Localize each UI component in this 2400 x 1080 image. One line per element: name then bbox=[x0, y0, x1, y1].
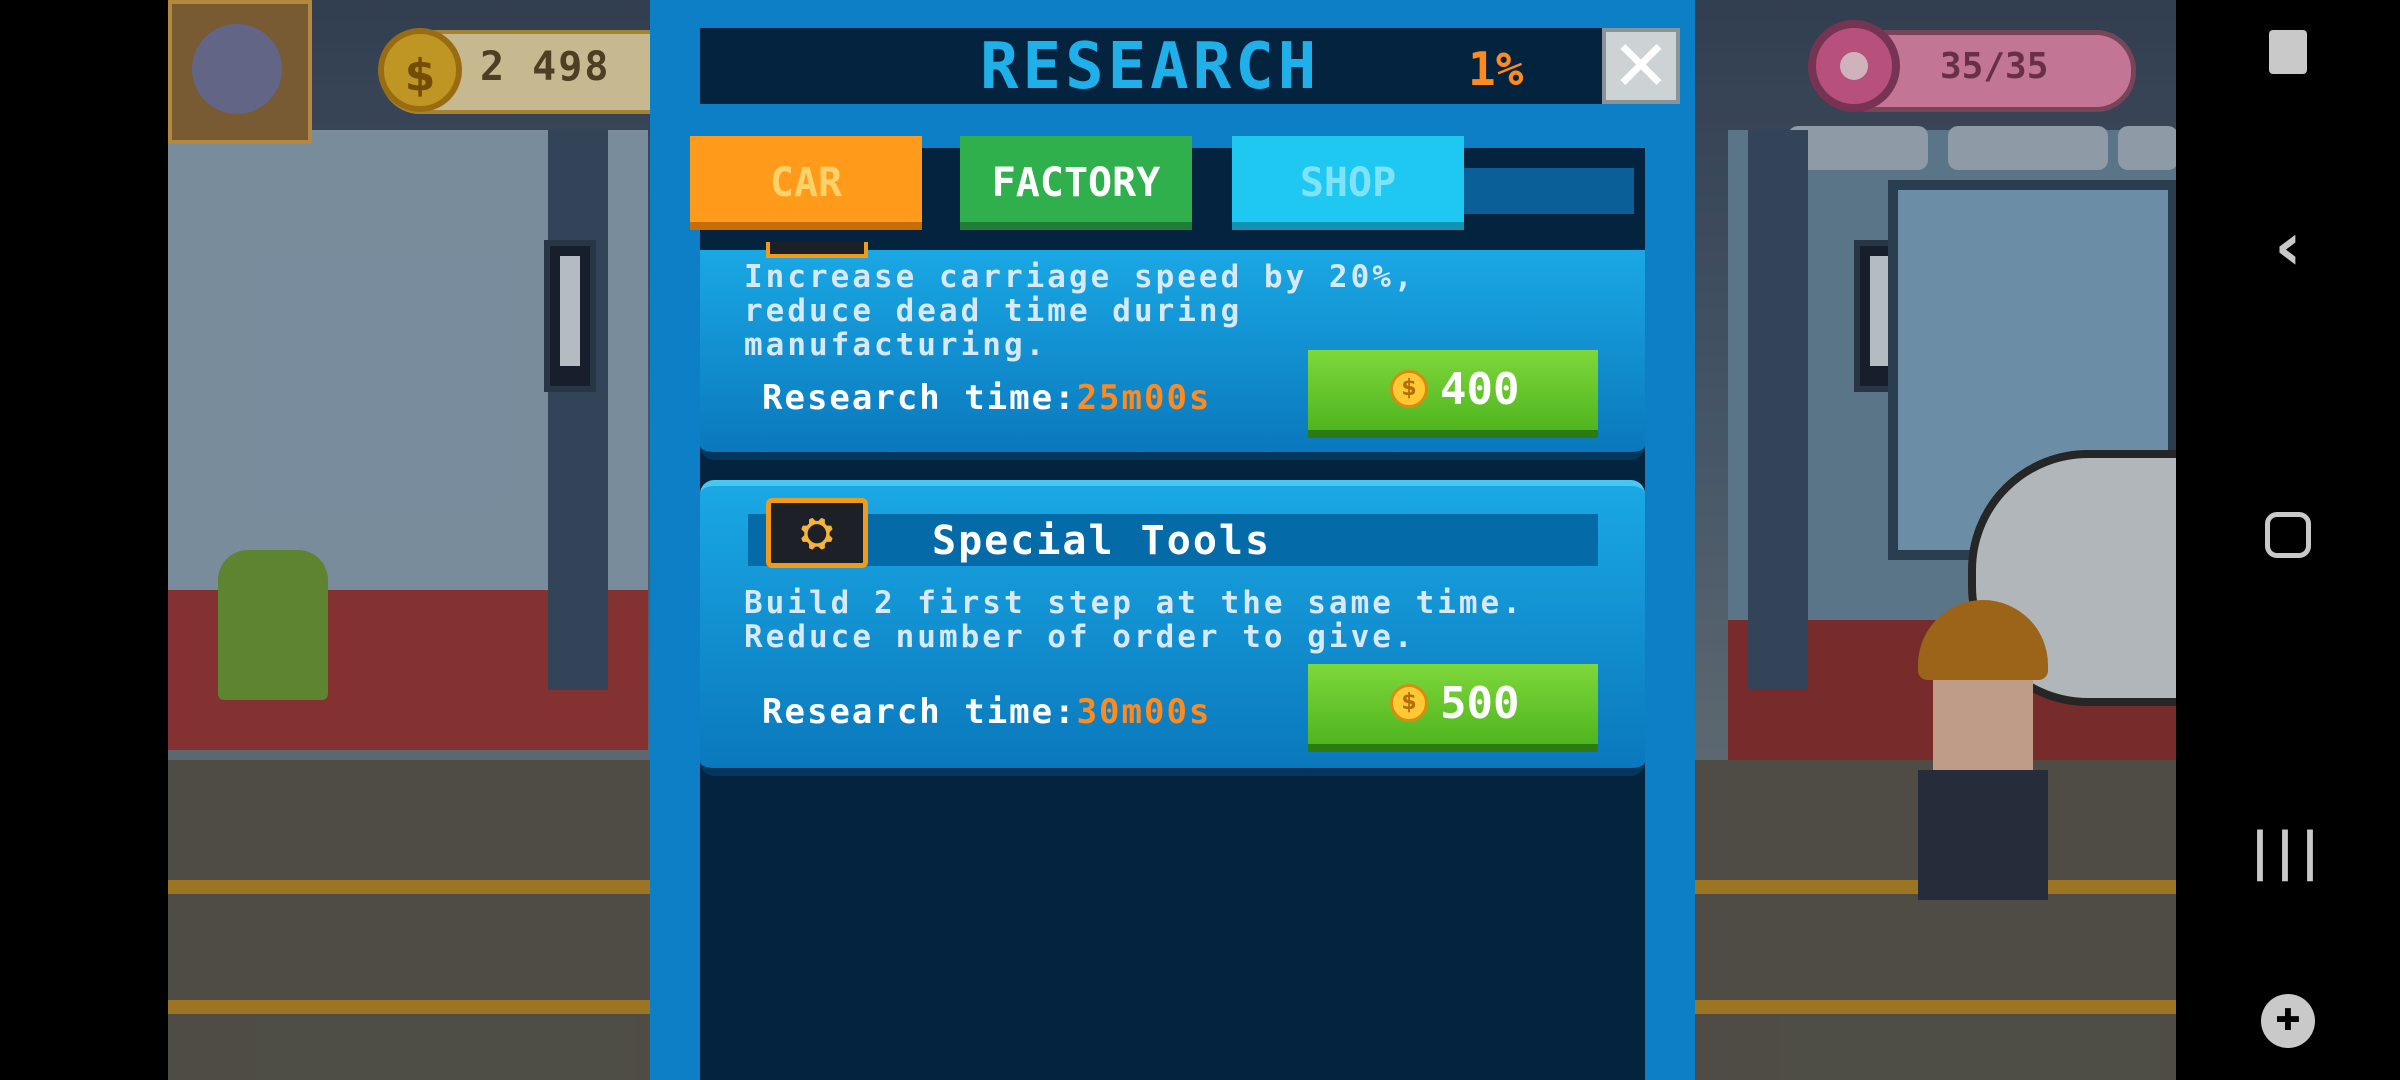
research-item-description: Increase carriage speed by 20%, reduce de… bbox=[744, 259, 1416, 363]
back-icon[interactable]: ‹ bbox=[2274, 208, 2301, 285]
research-time-value: 30m00s bbox=[1076, 692, 1212, 732]
research-progress-percent: 1% bbox=[1468, 42, 1524, 96]
workers-icon: ⛭ bbox=[766, 498, 868, 568]
game-tools-icon[interactable]: ✚ bbox=[2261, 994, 2315, 1048]
research-item-description: Build 2 first step at the same time. Redu… bbox=[744, 585, 1524, 655]
research-price: 400 bbox=[1440, 364, 1520, 415]
tab-bar-decoration bbox=[1464, 168, 1634, 214]
research-item: Increase carriage speed by 20%, reduce de… bbox=[700, 242, 1645, 460]
tab-factory[interactable]: FACTORY bbox=[960, 136, 1192, 230]
tab-car[interactable]: CAR bbox=[690, 136, 922, 230]
panel-title: RESEARCH bbox=[980, 30, 1321, 104]
close-button[interactable]: ✕ bbox=[1602, 28, 1680, 104]
coin-icon: $ bbox=[1390, 684, 1428, 722]
research-buy-button[interactable]: $ 500 bbox=[1308, 664, 1598, 752]
coin-icon: $ bbox=[1390, 370, 1428, 408]
research-item: ⛭ Special Tools Build 2 first step at th… bbox=[700, 480, 1645, 776]
screenshot-icon[interactable] bbox=[2269, 30, 2307, 74]
research-time: Research time:25m00s bbox=[762, 378, 1212, 418]
research-price: 500 bbox=[1440, 678, 1520, 729]
research-item-name: Special Tools bbox=[932, 518, 1272, 564]
research-item-icon bbox=[766, 242, 868, 258]
research-buy-button[interactable]: $ 400 bbox=[1308, 350, 1598, 438]
home-icon[interactable] bbox=[2265, 512, 2311, 558]
tab-shop[interactable]: SHOP bbox=[1232, 136, 1464, 230]
recents-icon[interactable]: ||| bbox=[2251, 822, 2326, 882]
research-time: Research time:30m00s bbox=[762, 692, 1212, 732]
research-time-value: 25m00s bbox=[1076, 378, 1212, 418]
close-icon: ✕ bbox=[1611, 25, 1671, 107]
